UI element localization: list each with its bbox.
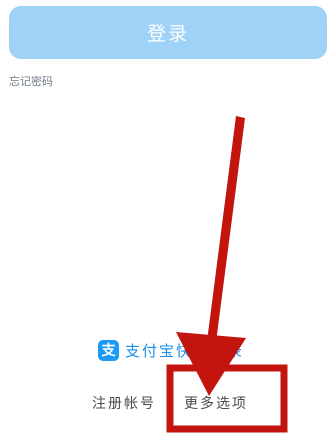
register-account-link[interactable]: 注册帐号	[92, 393, 156, 413]
forgot-password-link[interactable]: 忘记密码	[9, 73, 53, 89]
annotation-overlay	[166, 116, 288, 433]
login-page: 登录 忘记密码 支 支付宝快速登录 注册帐号 更多选项	[0, 0, 336, 441]
alipay-login-button[interactable]: 支 支付宝快速登录	[98, 338, 244, 362]
login-button[interactable]: 登录	[9, 6, 327, 59]
alipay-icon: 支	[98, 339, 119, 361]
alipay-login-label: 支付宝快速登录	[125, 341, 245, 360]
arrow-shaft	[206, 116, 245, 350]
login-button-label: 登录	[146, 23, 189, 45]
more-options-link[interactable]: 更多选项	[184, 393, 248, 413]
